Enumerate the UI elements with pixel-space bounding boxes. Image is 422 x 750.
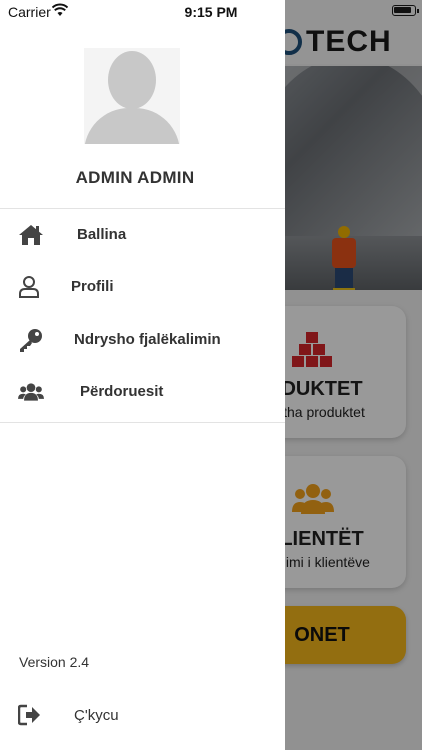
app-version: Version 2.4 bbox=[19, 654, 90, 670]
menu-label-ndrysho-fjalekalimin: Ndrysho fjalëkalimin bbox=[74, 331, 221, 348]
user-icon bbox=[19, 276, 39, 298]
menu-item-perdoruesit[interactable]: Përdoruesit bbox=[0, 366, 285, 418]
battery-fill bbox=[394, 7, 412, 13]
battery-icon bbox=[392, 5, 419, 16]
menu-label-ballina: Ballina bbox=[77, 226, 127, 243]
user-name: ADMIN ADMIN bbox=[75, 168, 195, 187]
drawer-overlay[interactable] bbox=[285, 0, 422, 750]
status-bar: Carrier 9:15 PM bbox=[0, 0, 422, 24]
menu-label-perdoruesit: Përdoruesit bbox=[80, 383, 164, 400]
home-icon bbox=[19, 225, 43, 245]
navigation-drawer: ADMIN ADMIN Ballina Profili Ndrysho fjal… bbox=[0, 0, 285, 750]
home-indicator-area bbox=[0, 742, 285, 750]
logout-button[interactable]: Ç'kycu bbox=[0, 690, 285, 740]
divider bbox=[0, 422, 285, 423]
users-icon bbox=[18, 383, 44, 401]
key-icon bbox=[20, 329, 42, 352]
avatar bbox=[84, 48, 180, 144]
logout-icon bbox=[18, 704, 40, 726]
logout-label: Ç'kycu bbox=[74, 707, 119, 724]
menu-item-profili[interactable]: Profili bbox=[0, 261, 285, 313]
menu-item-ballina[interactable]: Ballina bbox=[0, 209, 285, 261]
menu-label-profili: Profili bbox=[71, 278, 114, 295]
status-time: 9:15 PM bbox=[184, 4, 238, 20]
menu-item-ndrysho-fjalekalimin[interactable]: Ndrysho fjalëkalimin bbox=[0, 314, 285, 366]
